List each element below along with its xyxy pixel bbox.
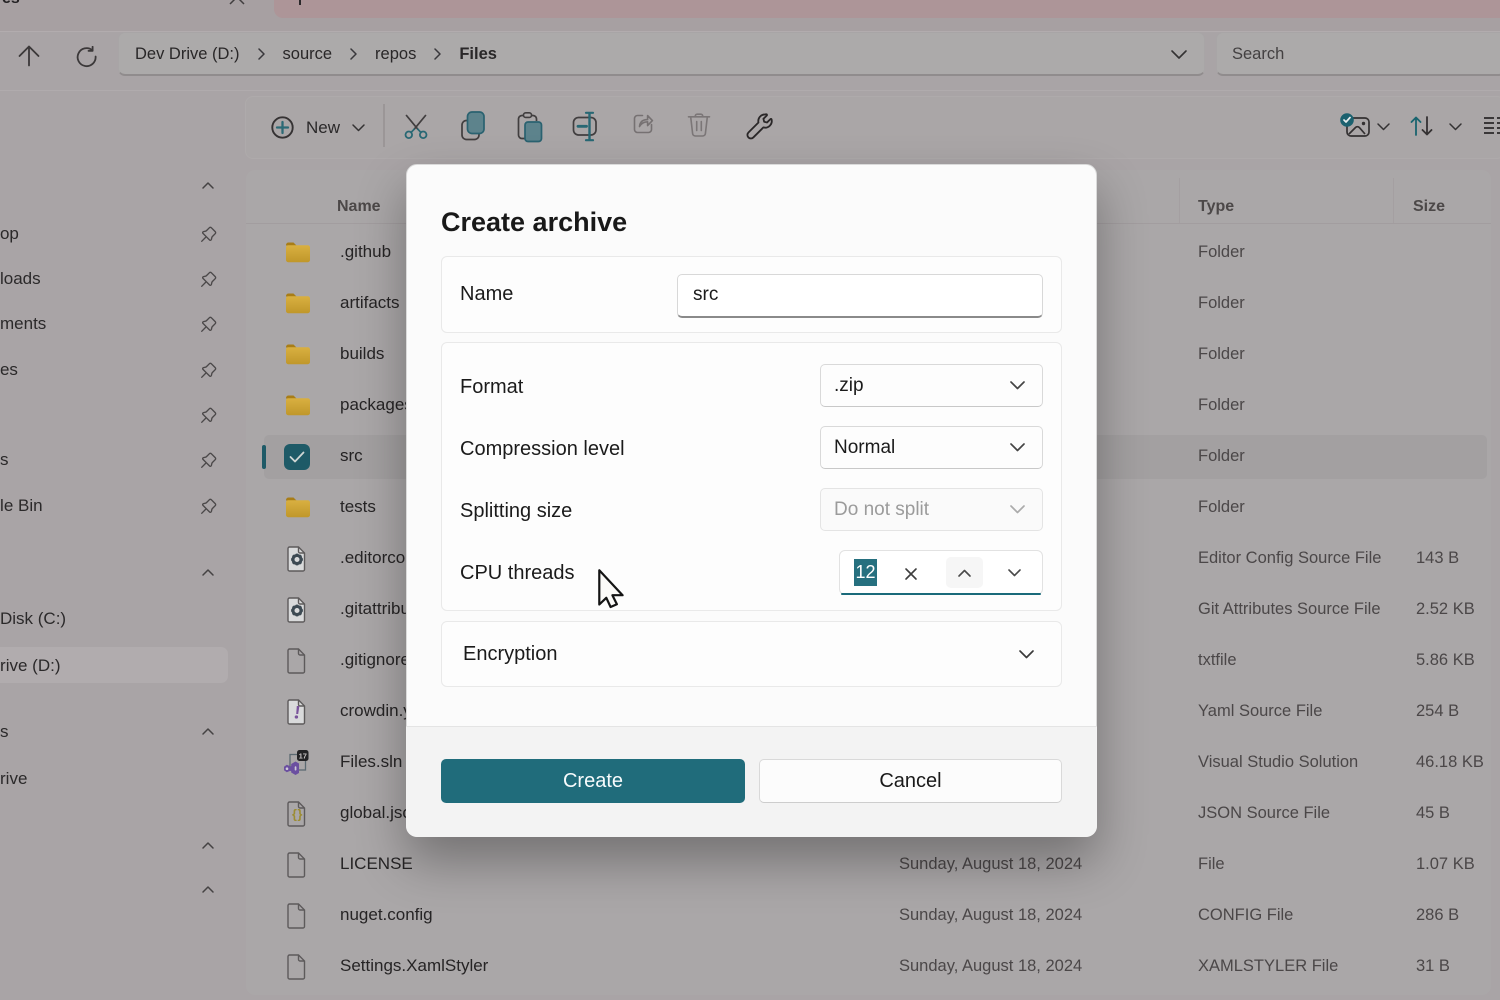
svg-text:}: } [298, 807, 303, 821]
svg-text:{: { [292, 807, 297, 821]
svg-text:17: 17 [299, 751, 307, 760]
